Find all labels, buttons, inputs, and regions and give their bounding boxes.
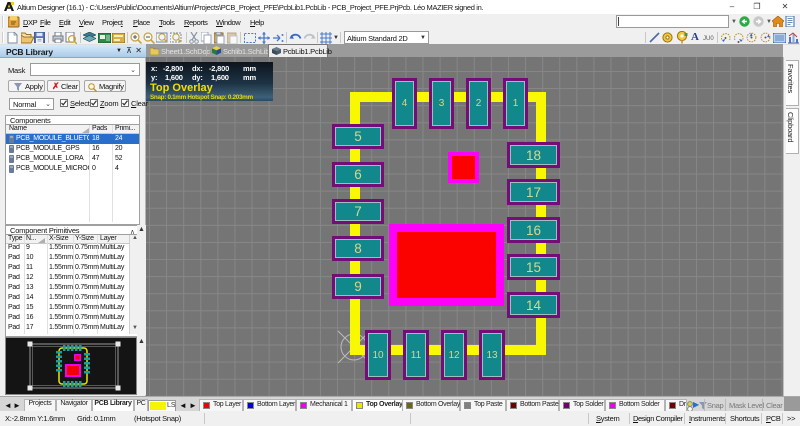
svg-text:JU0: JU0	[703, 36, 714, 41]
